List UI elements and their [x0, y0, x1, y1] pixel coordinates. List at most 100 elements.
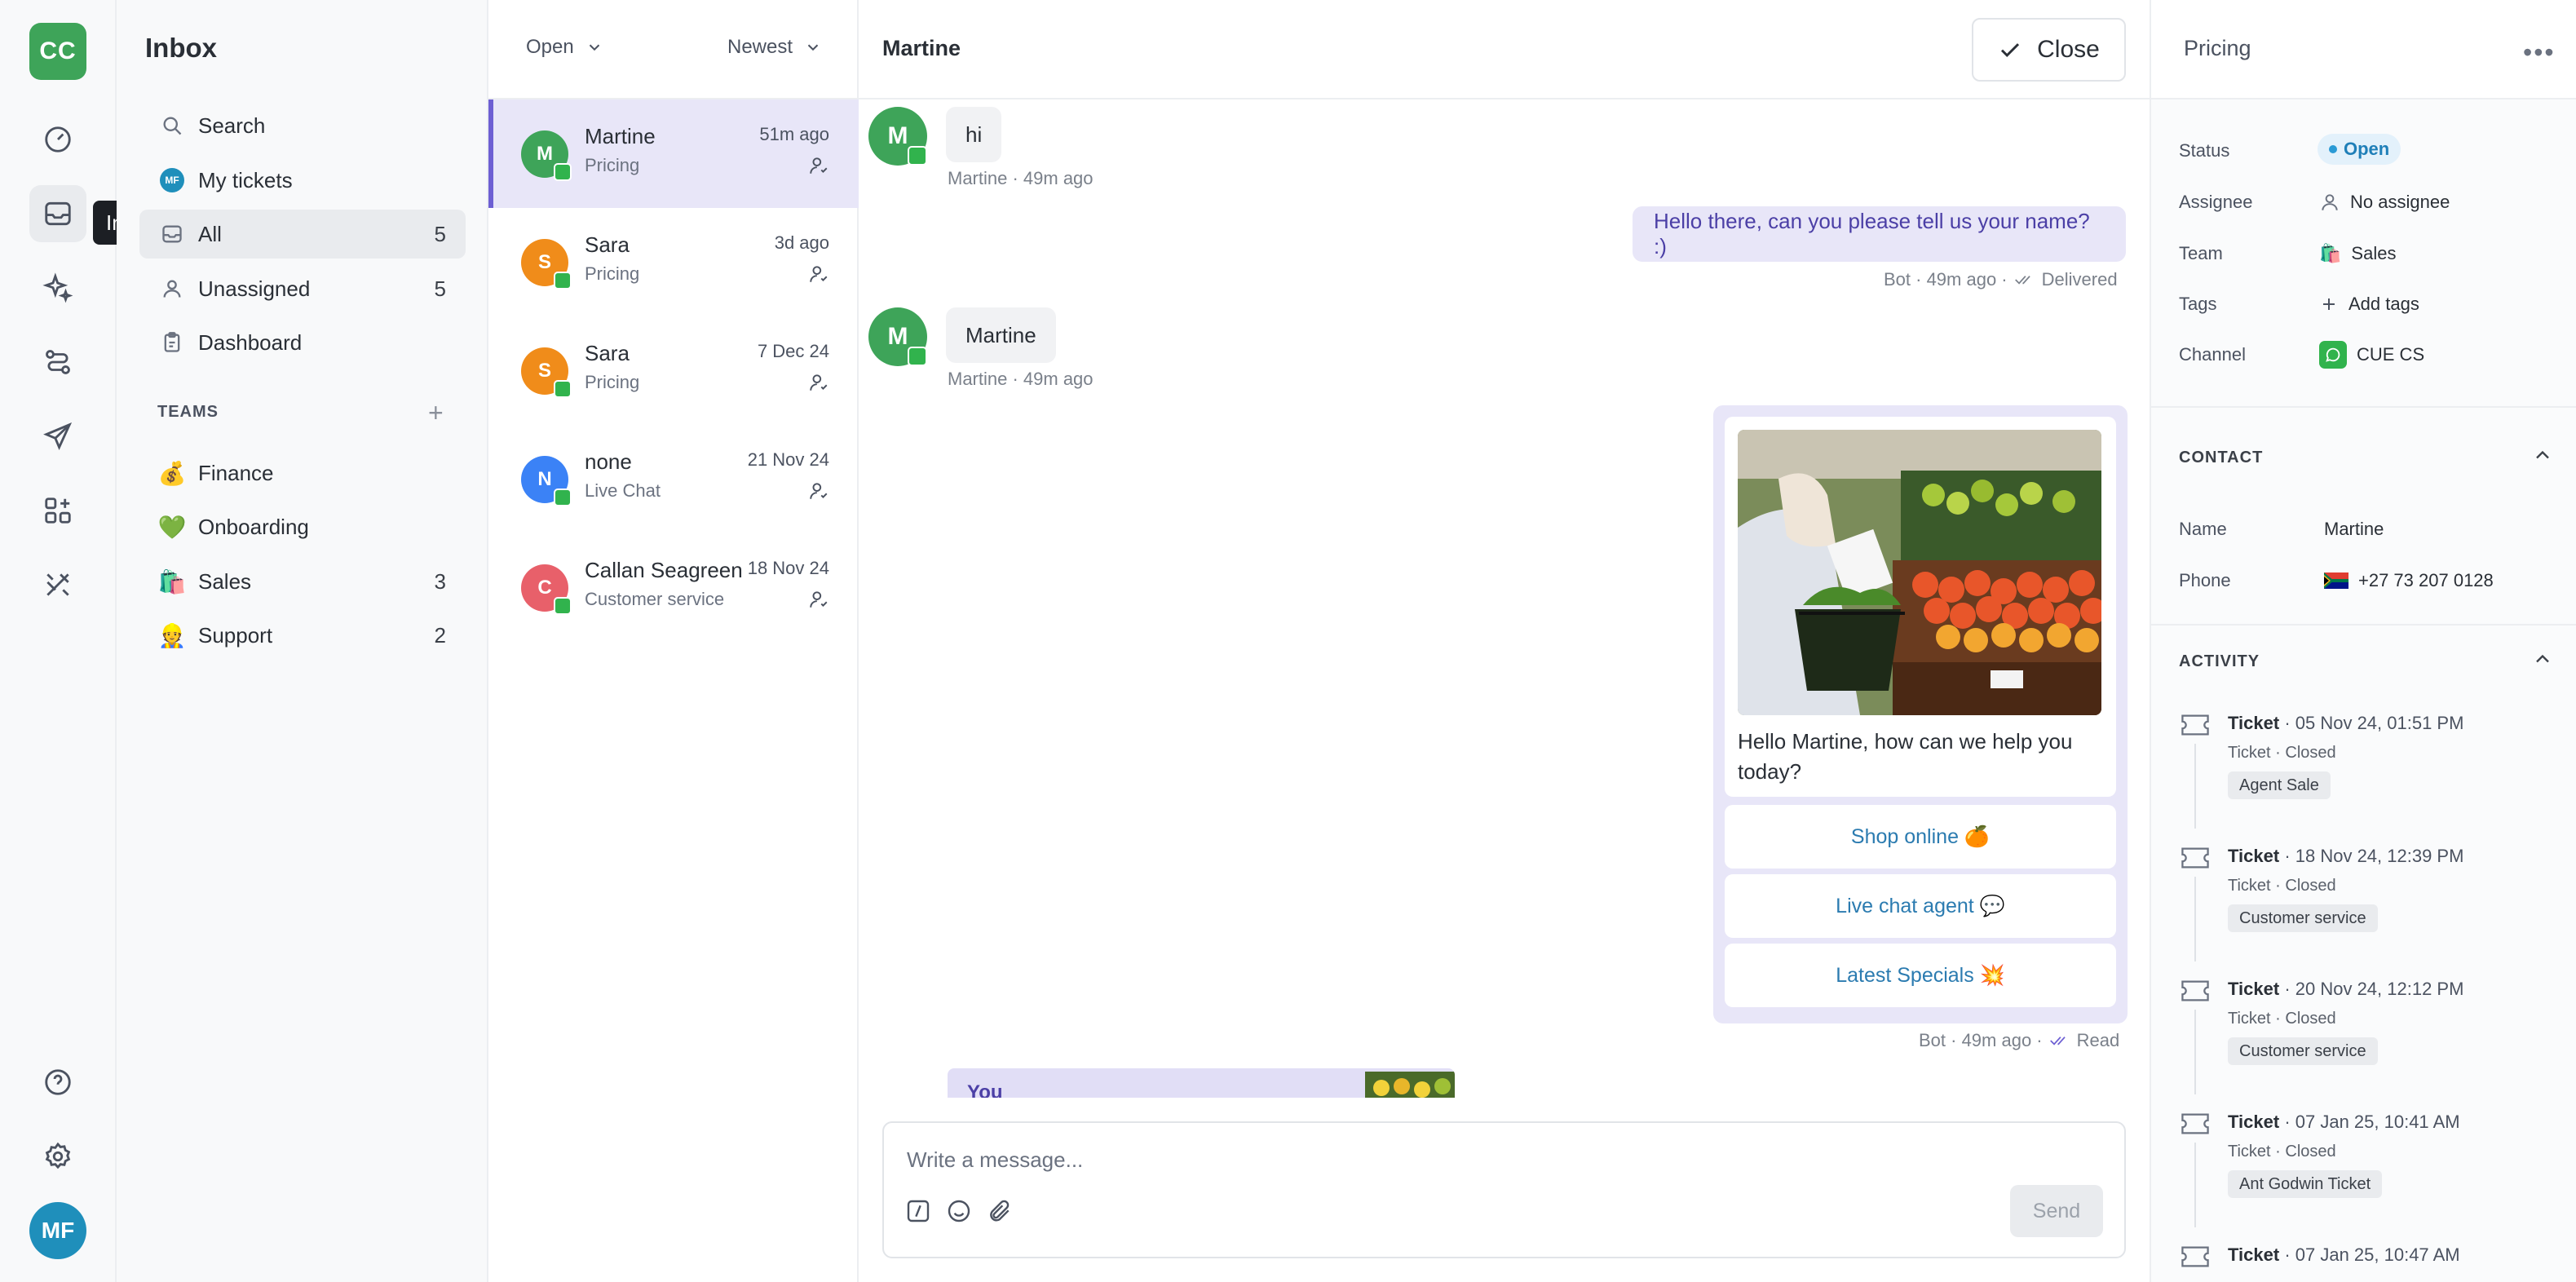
dashboard-gauge-icon[interactable] — [29, 111, 86, 168]
team-value: Sales — [2351, 243, 2397, 263]
quick-reply-latest-specials[interactable]: Latest Specials 💥 — [1725, 944, 2116, 1007]
team-item-finance[interactable]: 💰 Finance — [139, 449, 466, 497]
activity-item[interactable]: Ticket · 20 Nov 24, 12:12 PM Ticket · Cl… — [2179, 977, 2554, 1107]
add-tags-label: Add tags — [2348, 294, 2419, 314]
team-emoji: 🛍️ — [157, 568, 187, 595]
conversation-item[interactable]: N none Live Chat 21 Nov 24 — [488, 425, 859, 533]
activity-title: Ticket · 05 Nov 24, 01:51 PM — [2228, 713, 2464, 733]
attachment-icon[interactable] — [987, 1198, 1013, 1224]
activity-tag: Ant Godwin Ticket — [2228, 1170, 2383, 1198]
contact-name-label: Name — [2179, 519, 2227, 539]
slash-command-icon[interactable] — [905, 1198, 931, 1224]
sparkles-icon[interactable] — [29, 259, 86, 316]
conversation-item[interactable]: S Sara Pricing 7 Dec 24 — [488, 316, 859, 425]
workspace-avatar[interactable]: CC — [29, 23, 86, 80]
conversation-subtitle: Customer service — [585, 589, 725, 609]
chat-header: Martine Close — [859, 0, 2150, 99]
settings-icon[interactable] — [29, 1128, 86, 1185]
help-icon[interactable] — [29, 1054, 86, 1111]
apps-grid-icon[interactable] — [29, 482, 86, 539]
whatsapp-icon — [2319, 341, 2347, 369]
sort-dropdown[interactable]: Newest — [727, 36, 822, 59]
conversation-item[interactable]: S Sara Pricing 3d ago — [488, 208, 859, 316]
chevron-down-icon — [589, 44, 599, 51]
close-conversation-button[interactable]: Close — [1972, 18, 2126, 82]
activity-item[interactable]: Ticket · 18 Nov 24, 12:39 PM Ticket · Cl… — [2179, 844, 2554, 975]
meta-status: Read — [2076, 1030, 2120, 1050]
nav-item-my-tickets[interactable]: MF My tickets — [139, 156, 466, 205]
nav-item-label: Dashboard — [198, 329, 303, 355]
conversation-time: 51m ago — [759, 124, 829, 144]
nav-item-unassigned[interactable]: Unassigned 5 — [139, 264, 466, 313]
emoji-icon[interactable] — [946, 1198, 972, 1224]
send-button[interactable]: Send — [2010, 1185, 2103, 1237]
contact-name: Callan Seagreen — [585, 558, 743, 582]
partial-message-thumbnail — [1365, 1072, 1455, 1098]
status-value: Open — [2344, 139, 2390, 159]
interactive-message-card: Hello Martine, how can we help you today… — [1713, 405, 2128, 1023]
user-avatar[interactable]: MF — [29, 1202, 86, 1259]
team-item-support[interactable]: 👷 Support 2 — [139, 611, 466, 660]
chevron-down-icon — [807, 44, 819, 51]
check-icon — [2001, 43, 2020, 57]
nav-item-count: 5 — [434, 276, 446, 301]
assignee-value: No assignee — [2350, 192, 2450, 212]
nav-item-all[interactable]: All 5 — [139, 210, 466, 259]
team-selector[interactable]: 🛍️ Sales — [2319, 243, 2396, 264]
message-composer[interactable]: Write a message... Send — [882, 1121, 2126, 1258]
team-item-sales[interactable]: 🛍️ Sales 3 — [139, 557, 466, 606]
inbox-nav: Inbox Search MF My tickets All 5 Unassig… — [117, 0, 488, 1282]
status-filter-label: Open — [526, 36, 574, 58]
contact-section-header: CONTACT — [2179, 449, 2264, 466]
search-icon — [159, 113, 185, 139]
partial-message: You — [948, 1068, 1455, 1098]
conversation-subtitle: Pricing — [585, 155, 640, 175]
activity-item[interactable]: Ticket · 07 Jan 25, 10:47 AM — [2179, 1243, 2554, 1282]
nav-item-label: Unassigned — [198, 276, 311, 301]
composer-toolbar — [905, 1198, 1013, 1224]
details-header: Pricing ••• — [2151, 0, 2576, 99]
message-input[interactable]: Write a message... — [907, 1147, 1083, 1173]
whatsapp-icon — [554, 163, 572, 181]
contact-name-value[interactable]: Martine — [2324, 519, 2384, 540]
conversation-item[interactable]: C Callan Seagreen Customer service 18 No… — [488, 533, 859, 642]
close-label: Close — [2037, 36, 2100, 63]
contact-name: Sara — [585, 232, 630, 257]
team-item-onboarding[interactable]: 💚 Onboarding — [139, 502, 466, 551]
inbox-icon[interactable] — [29, 185, 86, 242]
message-meta: Martine · 49m ago — [948, 168, 1094, 188]
clipboard-icon — [159, 329, 185, 356]
chevron-up-icon[interactable] — [2531, 444, 2554, 466]
conversation-time: 3d ago — [774, 232, 829, 253]
assignee-person-icon — [808, 372, 829, 393]
quick-reply-shop-online[interactable]: Shop online 🍊 — [1725, 805, 2116, 869]
tools-icon[interactable] — [29, 556, 86, 613]
chevron-up-icon[interactable] — [2531, 648, 2554, 670]
app-rail: CC MF Inbox — [0, 0, 171, 1282]
nav-item-search[interactable]: Search — [139, 101, 466, 150]
status-filter-dropdown[interactable]: Open — [526, 36, 603, 59]
tags-label: Tags — [2179, 294, 2217, 314]
nav-item-count: 5 — [434, 221, 446, 246]
assignee-selector[interactable]: No assignee — [2319, 192, 2450, 213]
quick-reply-live-chat[interactable]: Live chat agent 💬 — [1725, 874, 2116, 938]
meta-sender: Bot · 49m ago · — [1884, 269, 2008, 290]
team-emoji: 💰 — [157, 460, 187, 486]
more-options-icon[interactable]: ••• — [2523, 38, 2556, 68]
nav-item-label: My tickets — [198, 167, 293, 192]
nav-item-dashboard[interactable]: Dashboard — [139, 318, 466, 367]
send-icon[interactable] — [29, 408, 86, 465]
user-icon — [2322, 194, 2338, 210]
team-emoji: 🛍️ — [2319, 243, 2342, 263]
outgoing-message: Hello there, can you please tell us your… — [1633, 206, 2126, 262]
meta-sender: Bot · 49m ago · — [1919, 1030, 2043, 1050]
contact-phone-row[interactable]: +27 73 207 0128 — [2324, 570, 2494, 591]
activity-item[interactable]: Ticket · 07 Jan 25, 10:41 AM Ticket · Cl… — [2179, 1110, 2554, 1240]
add-team-plus-icon[interactable]: + — [428, 398, 444, 428]
activity-item[interactable]: Ticket · 05 Nov 24, 01:51 PM Ticket · Cl… — [2179, 711, 2554, 842]
status-badge[interactable]: Open — [2318, 134, 2401, 165]
meta-status: Delivered — [2041, 269, 2118, 290]
conversation-item[interactable]: M Martine Pricing 51m ago — [488, 99, 859, 208]
flows-icon[interactable] — [29, 334, 86, 391]
add-tags-button[interactable]: Add tags — [2319, 294, 2419, 315]
